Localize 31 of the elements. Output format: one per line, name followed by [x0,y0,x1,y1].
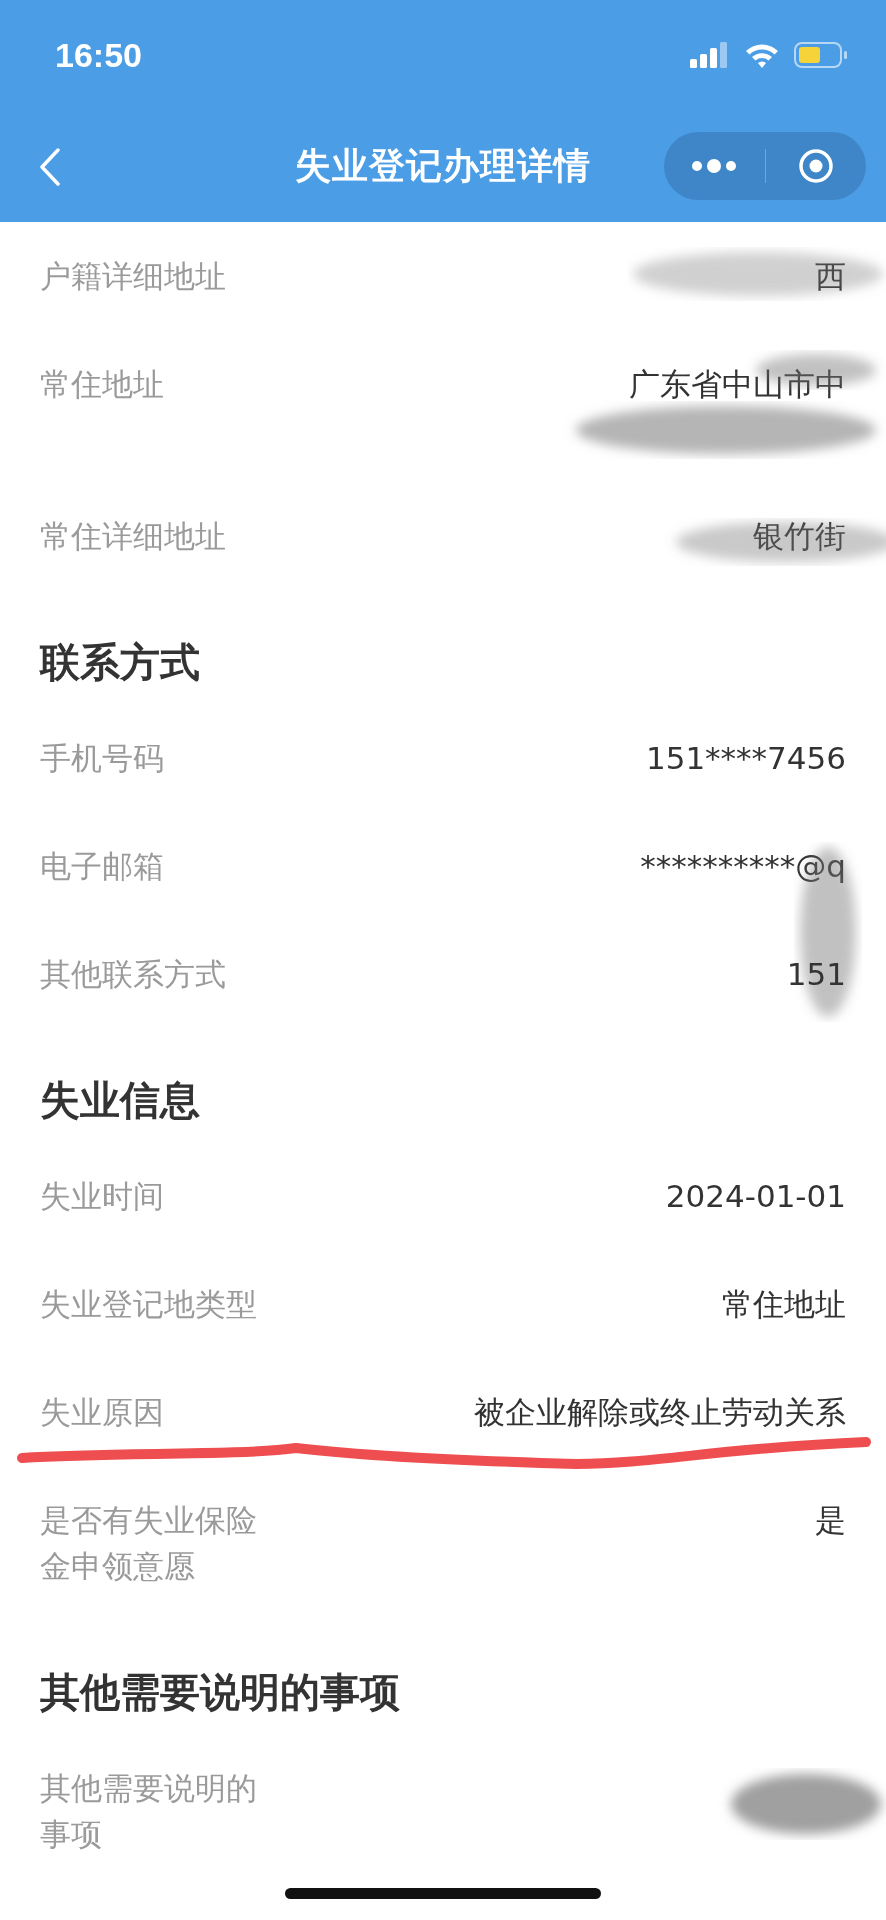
field-label: 户籍详细地址 [40,257,226,296]
field-label: 常住地址 [40,365,164,404]
page-title: 失业登记办理详情 [294,143,592,188]
field-value: 是 [815,1501,846,1540]
section-heading: 联系方式 [38,638,201,687]
section-heading: 失业信息 [39,1076,201,1125]
field-label: 电子邮箱 [40,847,164,886]
field-value: 西 [815,257,846,296]
signal-icon [690,42,730,68]
status-time: 16:50 [55,35,143,75]
back-icon[interactable] [38,148,62,186]
field-value: 被企业解除或终止劳动关系 [474,1393,846,1432]
field-value: 银竹街 [753,517,846,556]
target-icon [797,148,834,184]
more-icon [691,159,738,173]
field-label: 失业原因 [40,1393,164,1432]
field-label: 失业时间 [40,1177,164,1216]
field-value: **********@q [640,847,846,886]
field-value: 广东省中山市中 [629,365,846,404]
field-label: 其他需要说明的事项 [40,1769,258,1854]
field-label: 手机号码 [40,739,164,778]
field-value: 151 [786,955,846,994]
battery-icon [794,42,848,68]
field-label: 是否有失业保险金申领意愿 [40,1501,258,1586]
field-label: 其他联系方式 [40,955,226,994]
field-label: 常住详细地址 [40,517,226,556]
field-value: 2024-01-01 [665,1177,846,1216]
field-value: 151****7456 [645,739,846,778]
field-value: 常住地址 [722,1285,846,1324]
field-label: 失业登记地类型 [40,1285,257,1324]
section-heading: 其他需要说明的事项 [39,1668,401,1717]
